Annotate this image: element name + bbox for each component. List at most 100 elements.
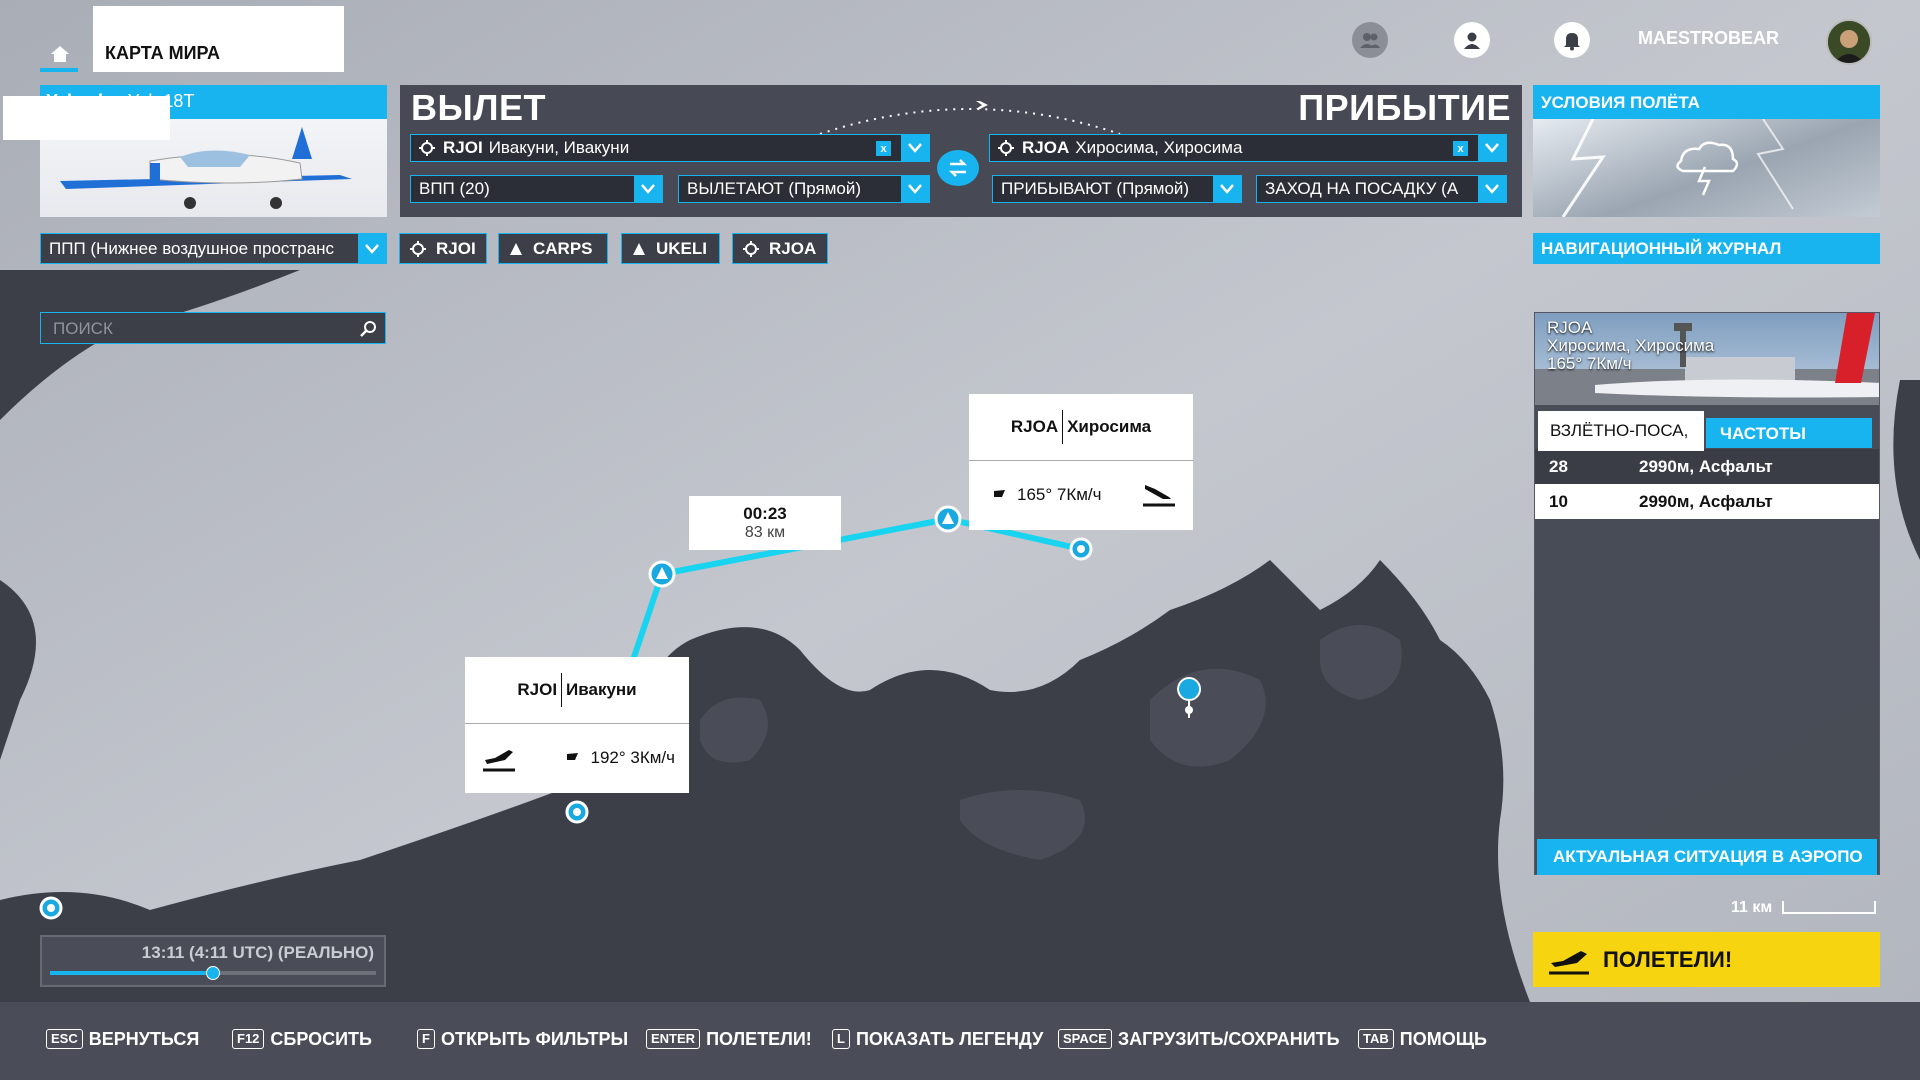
leg-distance: 83 км <box>744 524 786 541</box>
profile-button[interactable] <box>1454 22 1490 58</box>
wind-icon <box>567 753 579 764</box>
airport-icon <box>410 240 426 257</box>
time-slider-knob[interactable] <box>206 966 220 980</box>
nav-log-button[interactable]: НАВИГАЦИОННЫЙ ЖУРНАЛ <box>1533 233 1880 264</box>
chevron-down-icon <box>1485 184 1499 194</box>
shortcut-key: ESC <box>46 1029 83 1049</box>
swap-airports-button[interactable] <box>937 150 979 186</box>
shortcut-load-save[interactable]: SPACE ЗАГРУЗИТЬ/СОХРАНИТЬ <box>1058 1028 1340 1050</box>
departure-runway-select[interactable]: ВПП (20) <box>410 175 663 203</box>
departure-airport-code: RJOI <box>443 138 483 157</box>
leg-time: 00:23 <box>743 504 787 523</box>
airport-rjoi-marker[interactable] <box>565 800 589 824</box>
origin-popup-code: RJOI <box>517 680 558 699</box>
airport-live-status-button[interactable]: АКТУАЛЬНАЯ СИТУАЦИЯ В АЭРОПО <box>1537 839 1877 875</box>
airport-marker[interactable] <box>39 896 63 920</box>
airport-icon <box>998 140 1014 156</box>
arrival-procedure-select[interactable]: ПРИБЫВАЮТ (Прямой) <box>992 175 1242 203</box>
tab-runways-button[interactable]: ВЗЛЁТНО-ПОСА, <box>1538 411 1704 451</box>
time-slider-track[interactable] <box>50 966 376 980</box>
tab-world-map[interactable]: КАРТА МИРА <box>93 6 344 72</box>
avatar[interactable] <box>1826 19 1872 65</box>
shortcut-reset[interactable]: F12 СБРОСИТЬ <box>232 1028 372 1050</box>
shortcut-key: F <box>417 1029 435 1049</box>
clear-arrival-button[interactable]: x <box>1453 141 1468 156</box>
destination-popup[interactable]: RJOA Хиросима 165° 7Км/ч <box>969 394 1193 530</box>
shortcut-label: ВЕРНУТЬСЯ <box>88 1028 200 1049</box>
airport-info-panel: RJOA Хиросима, Хиросима 165° 7Км/ч 28 29… <box>3 96 1880 875</box>
weather-image <box>1533 119 1880 217</box>
runway-id: 28 <box>1549 456 1568 476</box>
chevron-down-icon <box>1220 184 1234 194</box>
waypoint-ukeli-marker[interactable] <box>934 505 962 533</box>
shortcut-key: TAB <box>1358 1029 1394 1049</box>
waypoint-carps-marker[interactable] <box>648 560 676 588</box>
shortcut-legend[interactable]: L ПОКАЗАТЬ ЛЕГЕНДУ <box>832 1028 1043 1050</box>
tab-frequencies-button[interactable]: ЧАСТОТЫ <box>1706 418 1872 448</box>
storm-icon <box>1676 141 1739 196</box>
friends-button[interactable] <box>1352 22 1388 58</box>
approach-select[interactable]: ЗАХОД НА ПОСАДКУ (А <box>1256 175 1507 203</box>
waypoint-chip-rjoi[interactable]: RJOI <box>399 233 487 264</box>
airport-info-wind: 165° 7Км/ч <box>1547 354 1632 373</box>
airport-icon <box>419 140 435 156</box>
runway-row[interactable]: 28 2990м, Асфальт <box>1535 449 1879 484</box>
swap-icon <box>948 159 968 177</box>
clear-departure-button[interactable]: x <box>876 141 891 156</box>
shortcut-back[interactable]: ESC ВЕРНУТЬСЯ <box>46 1028 199 1050</box>
shortcut-label: ПОМОЩЬ <box>1399 1028 1487 1049</box>
flight-conditions-card[interactable]: УСЛОВИЯ ПОЛЁТА <box>1533 85 1880 217</box>
shortcut-key: ENTER <box>646 1029 701 1049</box>
route-arc-decoration <box>819 101 1121 135</box>
departure-runway-dropdown[interactable] <box>634 175 662 203</box>
group-icon <box>1360 33 1380 48</box>
airport-rjoa-marker[interactable] <box>1069 537 1093 561</box>
departure-airport-dropdown[interactable] <box>901 134 929 162</box>
shortcut-label: ОТКРЫТЬ ФИЛЬТРЫ <box>440 1028 629 1049</box>
flight-rules-select[interactable]: ППП (Нижнее воздушное пространс <box>40 233 387 264</box>
waypoint-chip-ukeli[interactable]: UKELI <box>621 233 720 264</box>
departure-runway-value: ВПП (20) <box>419 179 490 198</box>
runway-info: 2990м, Асфальт <box>1639 456 1773 476</box>
search-input[interactable]: ПОИСК <box>40 312 386 344</box>
leg-info-box: 00:23 83 км <box>689 496 841 550</box>
takeoff-icon <box>1549 950 1589 974</box>
shortcut-help[interactable]: TAB ПОМОЩЬ <box>1358 1028 1487 1050</box>
origin-popup-body: 192° 3Км/ч <box>465 724 689 792</box>
approach-dropdown[interactable] <box>1478 176 1506 202</box>
arrival-airport-name: Хиросима, Хиросима <box>1075 138 1243 157</box>
arrival-airport-field[interactable]: RJOA Хиросима, Хиросима x <box>989 134 1507 162</box>
waypoint-chip-rjoa[interactable]: RJOA <box>732 233 828 264</box>
origin-popup[interactable]: RJOI Ивакуни 192° 3Км/ч <box>465 657 689 793</box>
runway-row[interactable]: 10 2990м, Асфальт <box>1535 484 1879 519</box>
flight-rules-dropdown[interactable] <box>358 233 386 264</box>
departure-procedure-select[interactable]: ВЫЛЕТАЮТ (Прямой) <box>678 175 930 203</box>
departure-procedure-value: ВЫЛЕТАЮТ (Прямой) <box>687 179 862 198</box>
origin-popup-name: Ивакуни <box>566 680 637 699</box>
notifications-button[interactable] <box>1554 22 1590 58</box>
waypoint-chip-carps[interactable]: CARPS <box>498 233 608 264</box>
chevron-down-icon <box>908 143 922 153</box>
home-button[interactable] <box>40 36 80 72</box>
origin-popup-header: RJOI Ивакуни <box>465 657 689 724</box>
tab-runways[interactable] <box>3 96 170 140</box>
avatar-image <box>1828 21 1870 63</box>
waypoint-chip-label: CARPS <box>533 238 593 258</box>
waypoint-triangle-icon <box>510 242 522 255</box>
arrival-airport-code: RJOA <box>1022 138 1070 157</box>
username[interactable]: MAESTROBEAR <box>1638 28 1779 49</box>
close-icon: x <box>880 142 887 155</box>
shortcut-fly[interactable]: ENTER ПОЛЕТЕЛИ! <box>646 1028 812 1050</box>
shortcut-filters[interactable]: F ОТКРЫТЬ ФИЛЬТРЫ <box>417 1028 628 1050</box>
departure-airport-field[interactable]: RJOI Ивакуни, Ивакуни x <box>410 134 930 162</box>
arrival-procedure-dropdown[interactable] <box>1213 175 1241 203</box>
arrival-airport-dropdown[interactable] <box>1478 134 1506 162</box>
bell-icon <box>1564 33 1580 51</box>
shortcut-key: F12 <box>232 1029 265 1049</box>
flight-conditions-title: УСЛОВИЯ ПОЛЁТА <box>1533 85 1880 119</box>
fly-button[interactable]: ПОЛЕТЕЛИ! <box>1533 932 1880 987</box>
departure-procedure-dropdown[interactable] <box>901 175 929 203</box>
time-widget[interactable]: 13:11 (4:11 UTC) (РЕАЛЬНО) <box>40 935 386 987</box>
waypoint-chip-label: RJOI <box>436 238 476 258</box>
airport-info-code: RJOA <box>1547 318 1593 337</box>
